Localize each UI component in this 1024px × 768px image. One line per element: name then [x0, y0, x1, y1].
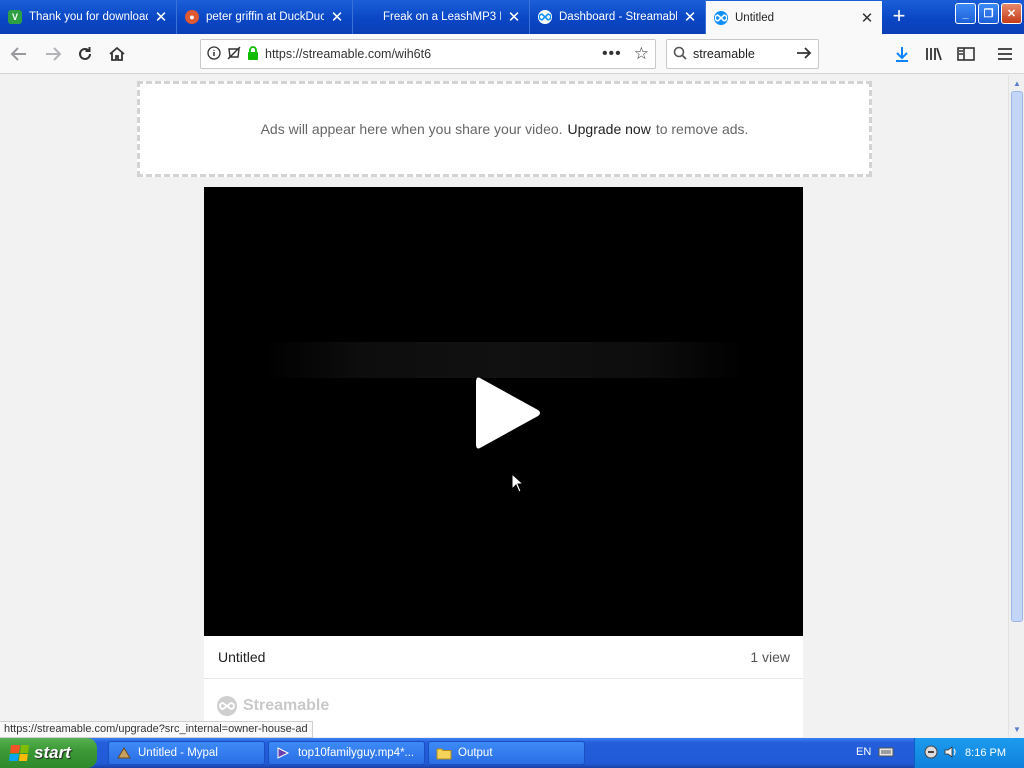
scroll-thumb[interactable] [1011, 91, 1023, 622]
video-player[interactable] [204, 187, 803, 636]
upgrade-now-link[interactable]: Upgrade now [568, 121, 651, 137]
video-title: Untitled [218, 649, 266, 665]
scroll-down-arrow-icon[interactable]: ▼ [1010, 722, 1024, 736]
taskbar-item-mypal[interactable]: Untitled - Mypal [108, 741, 265, 765]
download-icon[interactable] [890, 42, 914, 66]
home-icon[interactable] [105, 42, 129, 66]
restore-icon[interactable]: ❐ [978, 3, 999, 24]
vertical-scrollbar[interactable]: ▲ ▼ [1008, 75, 1024, 737]
close-tab-icon[interactable]: ✕ [154, 8, 168, 26]
tab-thank-you[interactable]: V Thank you for download ✕ [0, 0, 177, 34]
tab-duckduckgo[interactable]: ● peter griffin at DuckDuc ✕ [177, 0, 353, 34]
reload-icon[interactable] [73, 42, 97, 66]
streamable-logo[interactable]: Streamable [216, 695, 329, 717]
view-count: 1 view [750, 649, 790, 665]
language-indicator[interactable]: EN [856, 746, 871, 758]
sidebar-icon[interactable] [954, 42, 978, 66]
search-input[interactable]: streamable [693, 47, 796, 61]
ad-notice-text: Ads will appear here when you share your… [260, 121, 563, 137]
ad-notice-suffix: to remove ads. [655, 121, 749, 137]
forward-icon[interactable] [41, 42, 65, 66]
windows-taskbar: start Untitled - Mypal top10familyguy.mp… [0, 738, 1024, 768]
taskbar-item-label: Output [458, 747, 493, 759]
streamable-icon [714, 10, 728, 25]
play-icon[interactable] [474, 374, 542, 455]
library-icon[interactable] [922, 42, 946, 66]
search-icon [673, 46, 687, 63]
video-frame-dim [264, 342, 744, 378]
green-v-icon: V [8, 10, 22, 24]
lock-icon[interactable] [247, 45, 259, 63]
ad-placeholder: Ads will appear here when you share your… [137, 81, 872, 177]
duckduckgo-icon: ● [185, 10, 199, 24]
tab-title: Freak on a LeashMP3 Do [383, 11, 501, 23]
bookmark-star-icon[interactable]: ☆ [634, 44, 649, 64]
tab-untitled[interactable]: Untitled ✕ [706, 1, 882, 34]
navigation-toolbar: https://streamable.com/wih6t6 ••• ☆ stre… [0, 34, 1024, 74]
hamburger-menu-icon[interactable] [993, 42, 1017, 66]
tab-dashboard-streamable[interactable]: Dashboard - Streamable ✕ [530, 0, 706, 34]
mypal-icon [116, 746, 132, 760]
new-tab-plus-icon[interactable]: + [887, 5, 911, 29]
search-bar[interactable]: streamable [666, 39, 819, 69]
url-text[interactable]: https://streamable.com/wih6t6 [265, 47, 602, 61]
close-tab-icon[interactable]: ✕ [330, 8, 344, 26]
back-icon[interactable] [7, 42, 31, 66]
brand-name: Streamable [243, 697, 330, 714]
search-go-arrow-icon[interactable] [796, 46, 812, 63]
start-button[interactable]: start [0, 738, 97, 768]
scroll-up-arrow-icon[interactable]: ▲ [1010, 76, 1024, 90]
minimize-icon[interactable]: _ [955, 3, 976, 24]
streamable-icon [538, 10, 552, 24]
url-bar[interactable]: https://streamable.com/wih6t6 ••• ☆ [200, 39, 656, 69]
close-window-icon[interactable]: ✕ [1001, 3, 1022, 24]
video-info-bar: Untitled 1 view [204, 636, 803, 679]
tracking-blocked-icon[interactable] [227, 46, 241, 63]
start-label: start [34, 743, 71, 762]
close-tab-icon[interactable]: ✕ [507, 8, 521, 26]
windows-flag-icon [8, 745, 30, 761]
tab-freak-on-a-leash[interactable]: Freak on a LeashMP3 Do ✕ [353, 0, 530, 34]
tab-title: Untitled [735, 11, 774, 24]
tab-title: peter griffin at DuckDuc [206, 11, 324, 23]
tray-app-icon[interactable] [923, 744, 939, 763]
tab-title: Thank you for download [29, 11, 148, 23]
tray-volume-icon[interactable] [943, 744, 959, 763]
mouse-cursor-icon [511, 472, 525, 496]
taskbar-clock[interactable]: 8:16 PM [965, 747, 1006, 759]
close-tab-icon[interactable]: ✕ [683, 8, 697, 26]
browser-titlebar: V Thank you for download ✕ ● peter griff… [0, 0, 1024, 34]
close-tab-icon[interactable]: ✕ [860, 9, 874, 27]
streamable-logo-icon [217, 696, 237, 716]
system-tray: 8:16 PM [914, 738, 1024, 768]
status-url-tooltip: https://streamable.com/upgrade?src_inter… [0, 721, 313, 738]
folder-icon [436, 746, 452, 760]
taskbar-item-output-folder[interactable]: Output [428, 741, 585, 765]
tab-title: Dashboard - Streamable [559, 11, 677, 23]
taskbar-item-label: top10familyguy.mp4*... [298, 747, 415, 759]
info-icon[interactable] [207, 45, 221, 63]
taskbar-item-video-editor[interactable]: top10familyguy.mp4*... [268, 741, 425, 765]
video-editor-icon [276, 746, 292, 760]
page-actions-icon[interactable]: ••• [602, 45, 622, 63]
page-viewport: Ads will appear here when you share your… [0, 75, 1008, 737]
taskbar-item-label: Untitled - Mypal [138, 747, 218, 759]
keyboard-icon[interactable] [878, 746, 894, 761]
